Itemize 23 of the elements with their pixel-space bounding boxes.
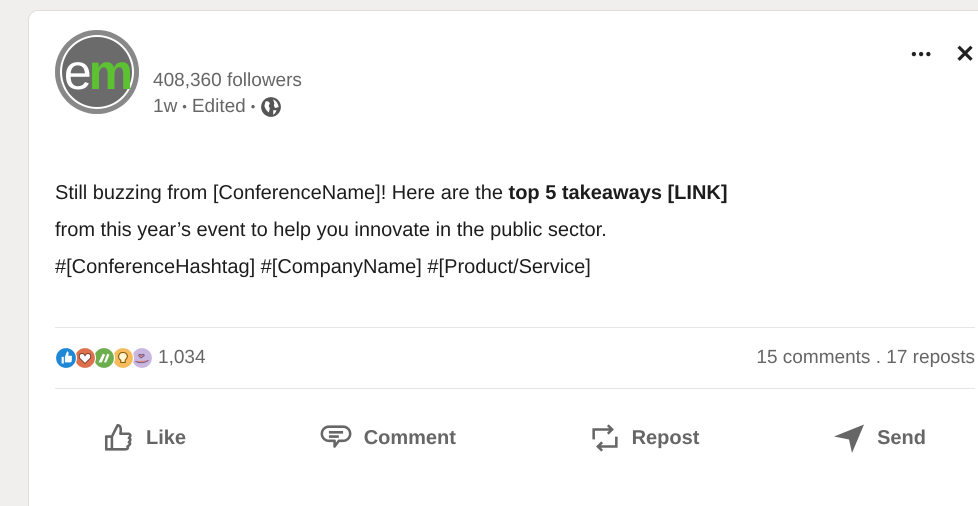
comments-reposts-count[interactable]: 15 comments . 17 reposts xyxy=(756,347,975,369)
post-text-line: Still buzzing from [ConferenceName]! Here are the top 5 takeaways [LINK] xyxy=(55,181,728,206)
post-text-line: #[ConferenceHashtag] #[CompanyName] #[Product/Service] xyxy=(55,255,592,280)
more-options-button[interactable]: ••• xyxy=(911,46,933,63)
post-text-line: from this year’s event to help you innovate in the public sector. xyxy=(55,218,608,243)
globe-icon xyxy=(260,96,282,118)
action-button[interactable]: Like xyxy=(102,419,186,457)
reaction-icon xyxy=(93,347,115,369)
edited-label: Edited xyxy=(192,95,246,119)
company-logo[interactable]: em xyxy=(55,30,139,114)
separator: • xyxy=(250,98,256,116)
action-button[interactable]: Repost xyxy=(588,419,700,457)
action-button[interactable]: Comment xyxy=(318,419,456,457)
reaction-icon xyxy=(112,347,134,369)
separator: • xyxy=(182,98,187,116)
reaction-icon xyxy=(55,347,77,369)
follower-count: 408,360 followers xyxy=(153,69,302,93)
close-button[interactable]: ✕ xyxy=(955,40,975,69)
reaction-icon xyxy=(131,347,153,369)
action-button[interactable]: Send xyxy=(831,419,926,457)
reaction-count[interactable]: 1,034 xyxy=(158,347,206,369)
reaction-icon xyxy=(74,347,96,369)
post-age: 1w xyxy=(153,95,178,119)
